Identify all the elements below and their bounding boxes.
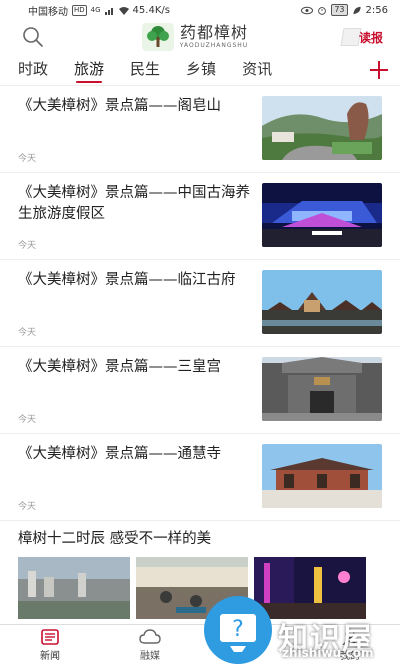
news-time: 今天 [18, 241, 37, 251]
brand-pinyin: YAODUZHANGSHU [179, 42, 249, 49]
news-item[interactable]: 《大美樟树》景点篇——阁皂山 今天 [0, 86, 400, 173]
news-text: 《大美樟树》景点篇——通慧寺 今天 [18, 444, 262, 512]
mountain-photo [262, 96, 382, 160]
speed-label: 45.4K/s [132, 4, 170, 16]
news-item[interactable]: 《大美樟树》景点篇——中国古海养生旅游度假区 今天 [0, 173, 400, 260]
brand-name: 药都樟树 [179, 23, 248, 42]
news-title: 《大美樟树》景点篇——三皇宫 [18, 359, 221, 375]
battery-indicator: 73 [331, 4, 348, 16]
watermark-url: zhishiwu.com [282, 646, 374, 660]
news-title: 《大美樟树》景点篇——阁皂山 [18, 98, 221, 114]
hd-badge: HD [72, 4, 87, 16]
tab-info[interactable]: 资讯 [242, 58, 272, 85]
network-label: 4G [90, 6, 101, 14]
city-aerial-photo [18, 557, 130, 619]
news-title: 《大美樟树》景点篇——中国古海养生旅游度假区 [18, 185, 250, 222]
tab-travel[interactable]: 旅游 [74, 58, 104, 85]
temple-photo [262, 444, 382, 508]
nav-news-label: 新闻 [40, 651, 60, 662]
news-text: 《大美樟树》景点篇——三皇宫 今天 [18, 357, 262, 425]
news-title: 《大美樟树》景点篇——临江古府 [18, 272, 236, 288]
tab-towns[interactable]: 乡镇 [186, 58, 216, 85]
nav-media[interactable]: 融媒 [100, 625, 200, 666]
add-tab-icon[interactable] [370, 61, 388, 79]
news-time: 今天 [18, 328, 37, 338]
news-text: 《大美樟树》景点篇——阁皂山 今天 [18, 96, 262, 164]
wifi-icon [118, 6, 129, 15]
news-time: 今天 [18, 154, 37, 164]
leaf-icon [352, 6, 361, 14]
status-left: 中国移动 HD 4G 45.4K/s [28, 3, 170, 18]
news-text: 《大美樟树》景点篇——临江古府 今天 [18, 270, 262, 338]
news-time: 今天 [18, 502, 37, 512]
night-resort-photo [262, 183, 382, 247]
app-root: 中国移动 HD 4G 45.4K/s 73 2:56 药都樟树 YAODUZHA… [0, 0, 400, 666]
palace-gate-photo [262, 357, 382, 421]
watermark-logo-icon: ? [204, 596, 272, 664]
tab-livelihood[interactable]: 民生 [130, 58, 160, 85]
news-icon [41, 629, 59, 645]
status-right: 73 2:56 [301, 4, 388, 16]
svg-text:?: ? [232, 617, 244, 642]
read-newspaper-button[interactable]: 读报 [340, 24, 390, 50]
watermark: ? 知识屋 zhishiwu.com [202, 590, 400, 666]
status-bar: 中国移动 HD 4G 45.4K/s 73 2:56 [0, 0, 400, 20]
brand: 药都樟树 YAODUZHANGSHU [141, 23, 248, 51]
news-item[interactable]: 《大美樟树》景点篇——三皇宫 今天 [0, 347, 400, 434]
tree-logo-icon [141, 23, 174, 51]
news-list: 《大美樟树》景点篇——阁皂山 今天 《大美樟树》景点篇——中国古海养生旅游度假区… [0, 86, 400, 521]
eye-icon [301, 6, 314, 14]
nav-news[interactable]: 新闻 [0, 625, 100, 666]
cloud-icon [139, 629, 161, 644]
signal-icon [104, 7, 113, 15]
news-time: 今天 [18, 415, 37, 425]
nav-media-label: 融媒 [140, 651, 160, 662]
search-icon [23, 27, 43, 47]
category-tabs: 时政 旅游 民生 乡镇 资讯 [0, 54, 400, 86]
brand-text: 药都樟树 YAODUZHANGSHU [180, 24, 248, 50]
carrier-label: 中国移动 [28, 6, 68, 18]
news-title: 《大美樟树》景点篇——通慧寺 [18, 446, 221, 462]
time-label: 2:56 [365, 4, 388, 16]
alarm-icon [318, 6, 327, 15]
news-item[interactable]: 《大美樟树》景点篇——通慧寺 今天 [0, 434, 400, 521]
read-label: 读报 [358, 30, 383, 45]
search-button[interactable] [18, 22, 48, 52]
tab-politics[interactable]: 时政 [18, 58, 48, 85]
ancient-town-photo [262, 270, 382, 334]
app-header: 药都樟树 YAODUZHANGSHU 读报 [0, 20, 400, 54]
news-item[interactable]: 《大美樟树》景点篇——临江古府 今天 [0, 260, 400, 347]
feature-title: 樟树十二时辰 感受不一样的美 [18, 531, 212, 547]
news-text: 《大美樟树》景点篇——中国古海养生旅游度假区 今天 [18, 183, 262, 251]
